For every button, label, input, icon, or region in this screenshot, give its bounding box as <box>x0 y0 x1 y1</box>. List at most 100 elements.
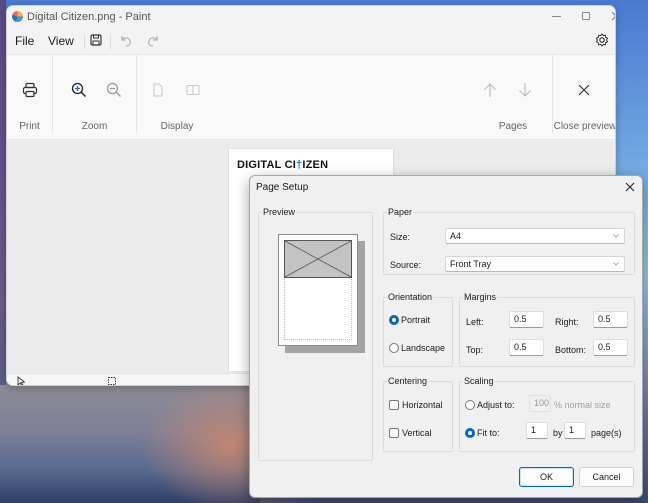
image-placeholder-icon <box>285 241 351 277</box>
ok-button[interactable]: OK <box>519 467 574 487</box>
desktop-background-bottom <box>0 385 260 503</box>
close-preview-button[interactable] <box>573 79 595 101</box>
dialog-title: Page Setup <box>256 182 309 193</box>
single-page-icon <box>153 83 163 97</box>
ribbon-group-pages: Pages <box>473 55 553 133</box>
ribbon-label-display: Display <box>160 121 194 132</box>
menu-separator <box>110 35 111 49</box>
center-vertical-checkbox[interactable] <box>389 428 399 438</box>
orientation-group-label: Orientation <box>387 292 434 302</box>
save-button[interactable] <box>88 32 104 48</box>
paper-group-label: Paper <box>387 207 414 217</box>
size-label: Size: <box>390 232 411 242</box>
pointer-position <box>16 376 26 385</box>
landscape-radio[interactable] <box>389 343 399 353</box>
menu-bar: File View <box>7 28 615 54</box>
settings-icon <box>595 33 609 47</box>
ribbon-label-print: Print <box>19 121 40 132</box>
save-icon <box>90 34 102 46</box>
menu-view[interactable]: View <box>48 34 74 48</box>
adjust-to-label[interactable]: Adjust to: <box>477 400 515 410</box>
print-button[interactable] <box>19 79 41 101</box>
chevron-down-icon <box>613 262 619 266</box>
print-preview-ribbon: Print Zoom Display Pages Close preview <box>7 54 615 140</box>
menu-file[interactable]: File <box>15 34 34 48</box>
dialog-close-button[interactable] <box>622 179 638 195</box>
fit-to-pages-tall-input[interactable]: 1 <box>564 422 586 439</box>
cancel-button[interactable]: Cancel <box>579 467 634 487</box>
margins-group-label: Margins <box>463 292 498 302</box>
paper-size-select[interactable]: A4 <box>445 228 625 244</box>
settings-button[interactable] <box>594 32 610 48</box>
undo-button[interactable] <box>118 32 134 48</box>
adjust-to-input[interactable]: 100 <box>529 395 551 412</box>
maximize-icon <box>582 12 590 20</box>
paper-group: Paper Size: A4 Source: Front Tray <box>383 207 635 275</box>
paper-size-value: A4 <box>450 231 462 241</box>
selection-size <box>107 376 117 385</box>
previous-page-button[interactable] <box>479 79 501 101</box>
orientation-group: Orientation Portrait Landscape <box>383 292 453 367</box>
fit-to-radio[interactable] <box>465 428 475 438</box>
by-label: by <box>553 428 563 438</box>
ribbon-label-close-preview: Close preview <box>553 121 616 132</box>
preview-thumbnail-page <box>278 234 358 346</box>
redo-button[interactable] <box>145 32 161 48</box>
normal-size-label: % normal size <box>554 400 611 410</box>
next-page-button[interactable] <box>514 79 536 101</box>
two-page-icon <box>186 85 200 95</box>
scaling-group-label: Scaling <box>463 376 495 386</box>
adjust-to-radio[interactable] <box>465 400 475 410</box>
margin-right-input[interactable]: 0.5 <box>593 311 628 328</box>
close-icon <box>611 11 615 21</box>
zoom-in-icon <box>71 82 87 98</box>
arrow-down-icon <box>519 83 531 97</box>
landscape-label[interactable]: Landscape <box>401 343 445 353</box>
single-page-button[interactable] <box>147 79 169 101</box>
portrait-label[interactable]: Portrait <box>401 315 430 325</box>
fit-to-pages-wide-input[interactable]: 1 <box>526 422 548 439</box>
paper-source-select[interactable]: Front Tray <box>445 256 625 272</box>
center-horizontal-label[interactable]: Horizontal <box>402 400 443 410</box>
scaling-group: Scaling Adjust to: 100 % normal size Fit… <box>459 376 635 452</box>
pages-label: page(s) <box>591 428 622 438</box>
preview-group-label: Preview <box>262 207 297 217</box>
centering-group-label: Centering <box>387 376 429 386</box>
zoom-out-icon <box>106 82 121 97</box>
undo-icon <box>121 36 131 47</box>
minimize-button[interactable] <box>541 6 571 26</box>
close-icon <box>625 182 635 192</box>
fit-to-label[interactable]: Fit to: <box>477 428 500 438</box>
minimize-icon <box>551 15 561 17</box>
source-label: Source: <box>390 260 422 270</box>
margin-bottom-input[interactable]: 0.5 <box>593 339 628 356</box>
center-horizontal-checkbox[interactable] <box>389 400 399 410</box>
ribbon-label-zoom: Zoom <box>81 121 108 132</box>
center-vertical-label[interactable]: Vertical <box>402 428 432 438</box>
page-setup-dialog: Page Setup Preview Paper Size: A4 Source… <box>249 175 643 498</box>
zoom-out-button[interactable] <box>103 79 125 101</box>
ribbon-group-print: Print <box>7 55 52 133</box>
margin-top-label: Top: <box>466 345 484 355</box>
window-title: Digital Citizen.png - Paint <box>27 11 151 23</box>
close-window-button[interactable] <box>601 6 615 26</box>
redo-icon <box>148 36 158 47</box>
margins-group: Margins Left: 0.5 Right: 0.5 Top: 0.5 Bo… <box>459 292 635 367</box>
printer-icon <box>22 82 38 98</box>
preview-image-placeholder <box>284 240 352 278</box>
zoom-in-button[interactable] <box>68 79 90 101</box>
margin-left-input[interactable]: 0.5 <box>509 311 544 328</box>
ribbon-group-display: Display <box>137 55 217 133</box>
margin-top-input[interactable]: 0.5 <box>509 339 544 356</box>
centering-group: Centering Horizontal Vertical <box>383 376 453 452</box>
margin-bottom-label: Bottom: <box>555 345 587 355</box>
title-bar: Digital Citizen.png - Paint <box>7 6 615 28</box>
paint-app-icon <box>12 11 23 22</box>
margin-left-label: Left: <box>466 317 484 327</box>
arrow-up-icon <box>484 83 496 97</box>
portrait-radio[interactable] <box>389 315 399 325</box>
two-page-button[interactable] <box>182 79 204 101</box>
close-icon <box>578 84 590 96</box>
maximize-button[interactable] <box>571 6 601 26</box>
ribbon-group-close-preview: Close preview <box>553 55 616 133</box>
